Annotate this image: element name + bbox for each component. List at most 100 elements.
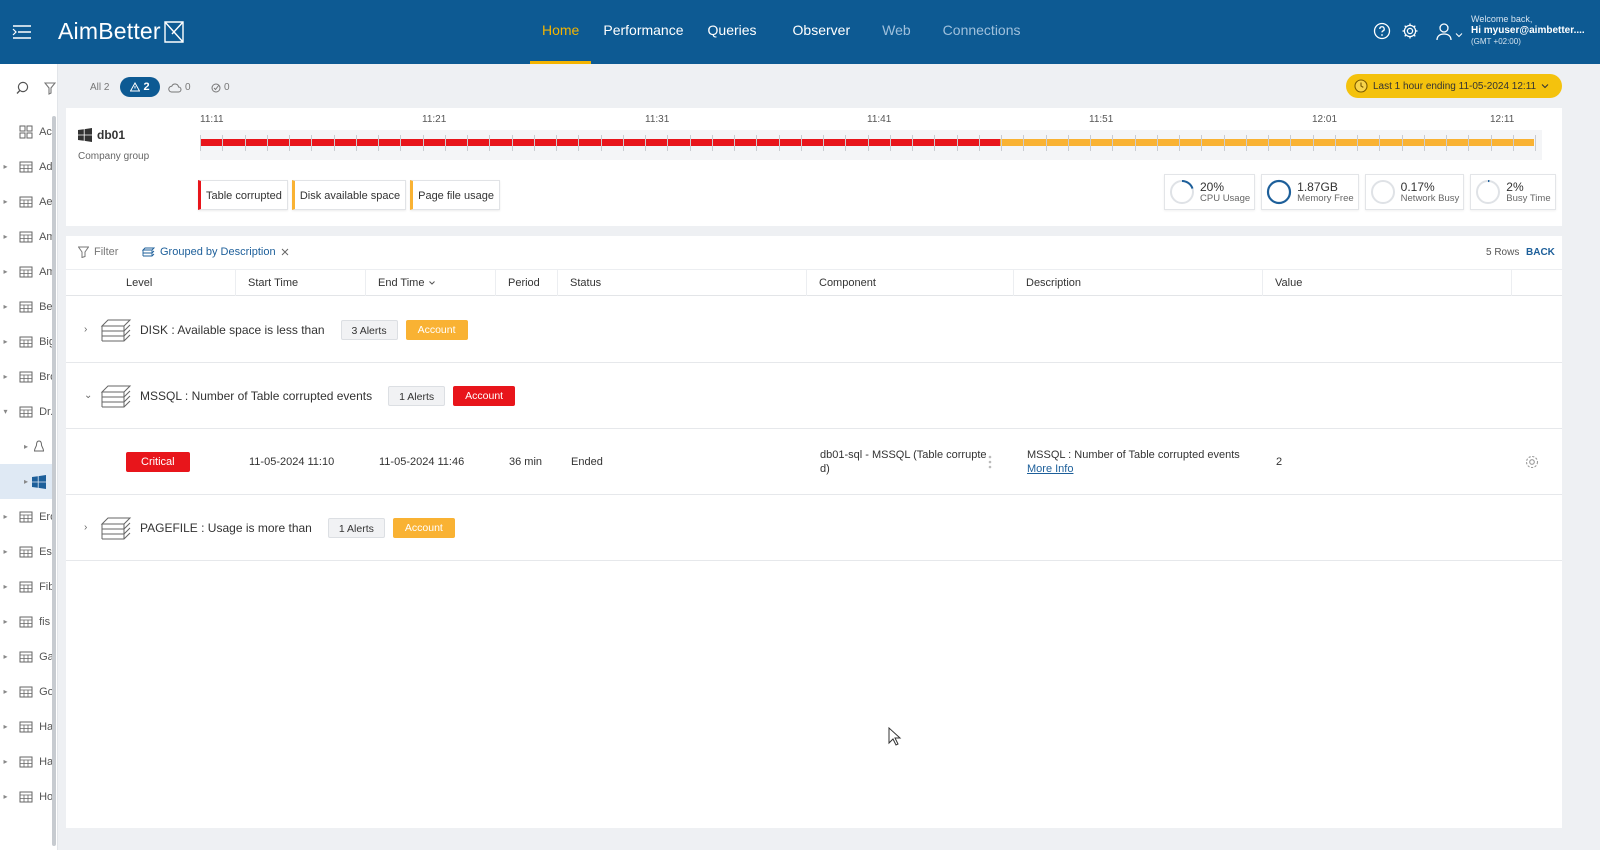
sidebar-server-item[interactable]: ▸ Be [0,289,52,324]
user-info: Welcome back, Hi myuser@aimbetter.... (G… [1471,14,1585,47]
sidebar-server-item[interactable]: ▸ Ha [0,744,52,779]
sidebar-server-item[interactable]: ▸ [0,464,52,499]
sidebar-server-item[interactable]: ▸ Ha [0,709,52,744]
host-name[interactable]: db01 [78,128,125,142]
help-icon[interactable] [1373,22,1391,40]
chevron-right-icon[interactable]: ▸ [0,687,11,696]
sidebar-server-item[interactable]: ▸ Am [0,219,52,254]
nav-web[interactable]: Web [870,0,923,64]
nav-observer[interactable]: Observer [781,0,863,64]
filter-alerts-pill[interactable]: 2 [120,77,160,97]
chevron-right-icon[interactable]: ▸ [0,792,11,801]
nav-performance[interactable]: Performance [591,0,695,64]
chevron-right-icon[interactable]: ▸ [0,267,11,276]
chip-table-corrupted[interactable]: Table corrupted [198,180,288,210]
sidebar-server-item[interactable]: ▸ Fib [0,569,52,604]
chevron-right-icon[interactable]: ▸ [0,582,11,591]
col-level[interactable]: Level [114,270,236,296]
settings-icon[interactable] [1401,22,1419,40]
user-icon [1436,23,1452,41]
chevron-right-icon[interactable]: ▸ [0,337,11,346]
alert-timeline[interactable] [200,130,1542,160]
chevron-right-icon[interactable]: ▸ [0,722,11,731]
sidebar-server-item[interactable]: ▸ Big [0,324,52,359]
sidebar-server-item[interactable]: ▸ Bro [0,359,52,394]
table-icon [19,790,33,804]
col-end-time[interactable]: End Time [366,270,496,296]
sidebar-server-item[interactable]: ▸ fis [0,604,52,639]
metric-network[interactable]: 0.17% Network Busy [1364,174,1465,210]
component-line: d) [820,463,830,475]
col-start-time[interactable]: Start Time [236,270,366,296]
chevron-right-icon[interactable]: › [84,324,94,335]
sidebar-server-item[interactable]: ▸ Ho [0,779,52,814]
table-icon [19,510,33,524]
metric-memory[interactable]: 1.87GB Memory Free [1261,174,1359,210]
chevron-right-icon[interactable]: ▸ [0,617,11,626]
nav-connections[interactable]: Connections [931,0,1033,64]
menu-toggle-icon[interactable] [12,22,32,42]
chevron-right-icon[interactable]: ▸ [0,547,11,556]
col-description[interactable]: Description [1014,270,1263,296]
chevron-right-icon[interactable]: ▸ [0,477,28,486]
col-period[interactable]: Period [496,270,558,296]
chip-page-file[interactable]: Page file usage [410,180,500,210]
app-logo[interactable]: AimBetter [58,18,185,45]
more-options-icon[interactable] [988,429,992,495]
alert-row[interactable]: Critical 11-05-2024 11:10 11-05-2024 11:… [66,429,1562,495]
chevron-right-icon[interactable]: ▸ [0,757,11,766]
chip-disk-space[interactable]: Disk available space [291,180,407,210]
sidebar-scrollbar[interactable] [52,116,56,846]
filter-icon[interactable] [44,81,56,95]
back-button[interactable]: BACK [1526,247,1555,258]
sidebar-server-item[interactable]: ▸ Ae [0,184,52,219]
close-icon[interactable] [281,248,289,256]
clock-icon [1354,79,1368,93]
group-row-mssql[interactable]: ⌄ MSSQL : Number of Table corrupted even… [66,363,1562,429]
sidebar-server-item[interactable]: ▸ Esp [0,534,52,569]
windows-icon [32,474,46,489]
grid-filter-button[interactable]: Filter [78,246,118,258]
sidebar-server-item[interactable]: Ac [0,114,52,149]
chevron-right-icon[interactable]: ▸ [0,232,11,241]
col-value[interactable]: Value [1263,270,1512,296]
filter-cloud[interactable]: 0 [168,82,191,93]
user-menu[interactable]: Welcome back, Hi myuser@aimbetter.... (G… [1436,14,1585,47]
sidebar-server-item[interactable]: ▸ Am [0,254,52,289]
group-row-pagefile[interactable]: › PAGEFILE : Usage is more than 1 Alerts… [66,495,1562,561]
metric-value: 2% [1506,179,1524,194]
chevron-down-icon[interactable]: ▾ [0,407,11,416]
chevron-right-icon[interactable]: ▸ [0,197,11,206]
chevron-down-icon[interactable]: ⌄ [84,390,94,401]
col-status[interactable]: Status [558,270,807,296]
sidebar-server-item[interactable]: ▸ Ero [0,499,52,534]
chevron-right-icon[interactable]: ▸ [0,162,11,171]
chevron-right-icon[interactable]: ▸ [0,302,11,311]
chevron-right-icon[interactable]: ▸ [0,442,28,451]
group-by-tag[interactable]: Grouped by Description [142,246,289,258]
filter-resolved[interactable]: 0 [211,82,230,93]
nav-queries[interactable]: Queries [696,0,769,64]
sidebar-server-item[interactable]: ▸ Go [0,674,52,709]
sidebar-server-item[interactable]: ▸ Ad [0,149,52,184]
metric-cpu[interactable]: 20% CPU Usage [1164,174,1256,210]
timeline-warning-segment[interactable] [1000,139,1534,146]
chevron-right-icon[interactable]: ▸ [0,652,11,661]
chevron-right-icon[interactable]: ▸ [0,512,11,521]
time-range-picker[interactable]: Last 1 hour ending 11-05-2024 12:11 [1346,74,1562,98]
nav-home[interactable]: Home [530,0,592,64]
group-row-disk[interactable]: › DISK : Available space is less than 3 … [66,297,1562,363]
more-info-link[interactable]: More Info [1027,462,1073,476]
col-component[interactable]: Component [807,270,1014,296]
chevron-right-icon[interactable]: › [84,522,94,533]
sidebar-server-item[interactable]: ▾ Dr. [0,394,52,429]
chevron-right-icon[interactable]: ▸ [0,372,11,381]
filter-all[interactable]: All 2 [90,82,109,93]
search-icon[interactable] [16,81,30,95]
sidebar-server-item[interactable]: ▸ Ga [0,639,52,674]
sidebar-server-item[interactable]: ▸ [0,429,52,464]
sort-desc-icon [429,281,436,285]
metric-busy-time[interactable]: 2% Busy Time [1470,174,1556,210]
row-settings-icon[interactable] [1524,429,1540,495]
metric-label: Memory Free [1297,192,1354,204]
